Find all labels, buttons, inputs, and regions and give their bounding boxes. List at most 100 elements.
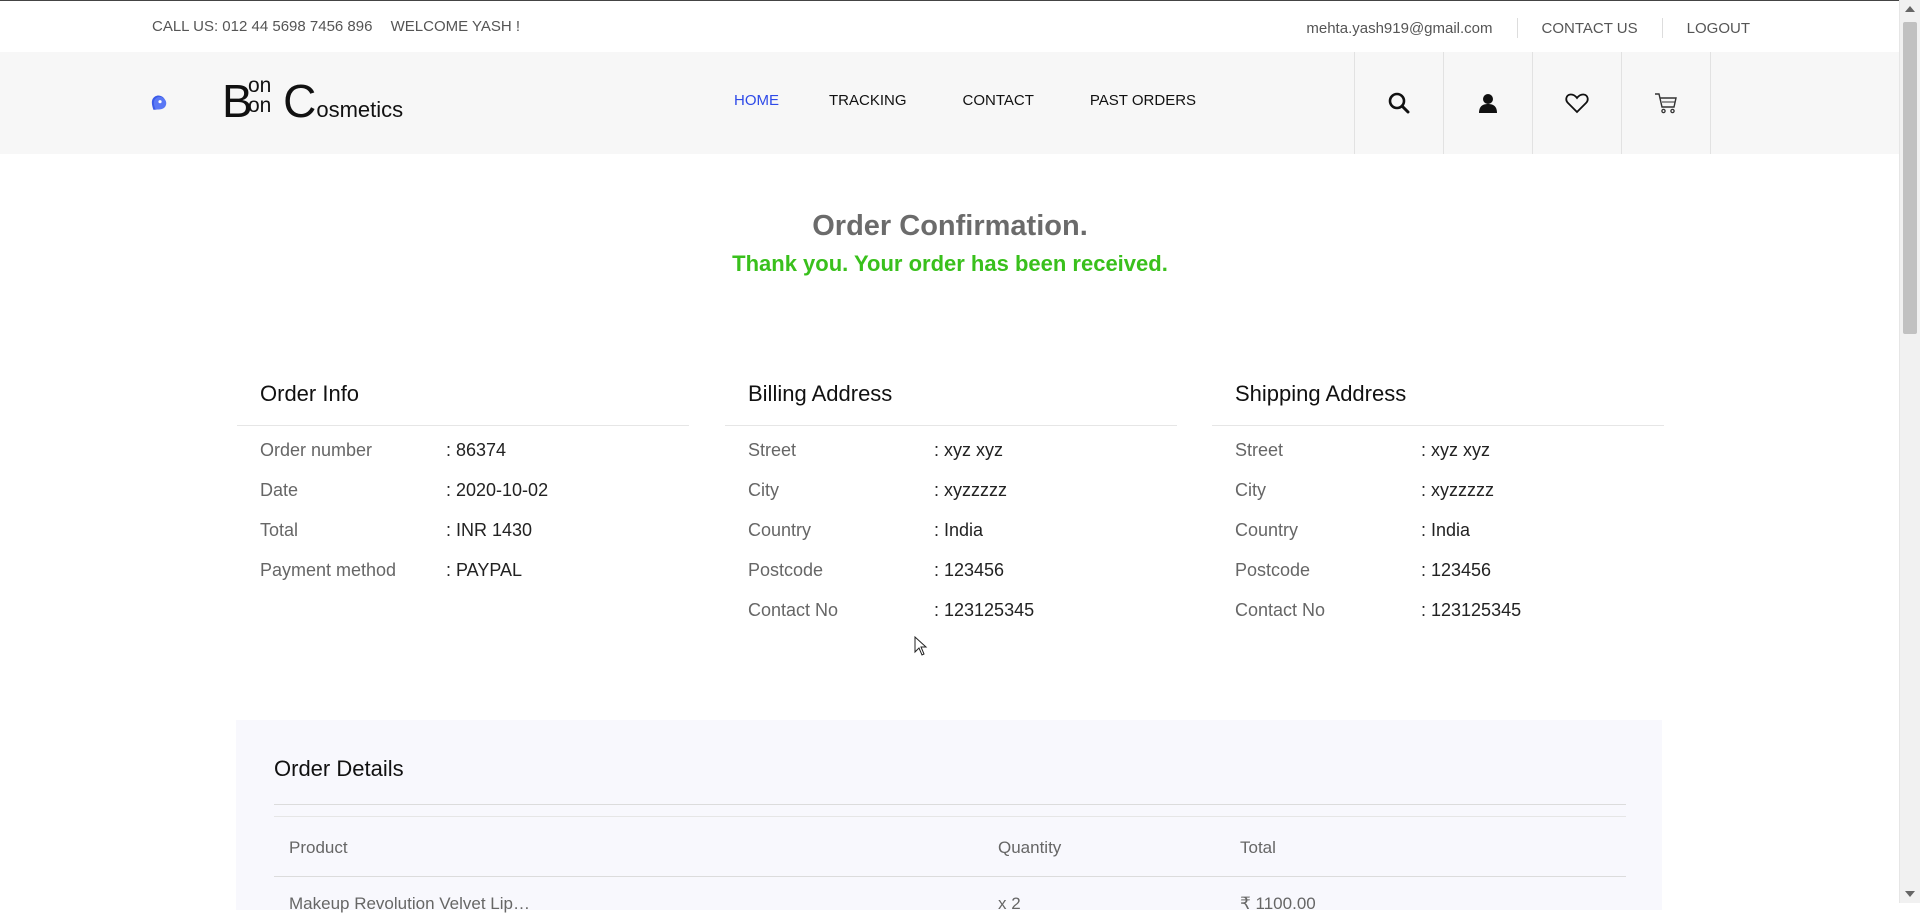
info-label: Total — [260, 520, 299, 540]
cart-button[interactable] — [1621, 52, 1711, 154]
address-row: Street : xyz xyz — [1212, 440, 1664, 480]
divider — [1661, 18, 1663, 38]
nav-home[interactable]: HOME — [734, 92, 779, 109]
address-label: Postcode — [748, 560, 824, 580]
address-label: Contact No — [1235, 600, 1326, 620]
search-icon — [1388, 92, 1410, 114]
main-header: B on on Cosmetics HOME TRACKING CONTACT … — [0, 52, 1900, 154]
user-icon — [1479, 94, 1497, 113]
order-info-panel: Order Info Order number : 86374 Date : 202… — [237, 381, 689, 600]
info-row: Payment method : PAYPAL — [237, 560, 689, 600]
billing-heading: Billing Address — [748, 381, 893, 406]
address-label: Street — [1235, 440, 1284, 460]
shipping-address-panel: Shipping Address Street : xyz xyz City : x… — [1212, 381, 1664, 640]
address-row: Contact No : 123125345 — [725, 600, 1177, 640]
info-row: Order number : 86374 — [237, 440, 689, 480]
address-row: Contact No : 123125345 — [1212, 600, 1664, 640]
address-label: Street — [748, 440, 797, 460]
cart-icon — [1655, 93, 1677, 114]
quantity-cell: x 2 — [998, 894, 1021, 913]
mouse-cursor-icon — [914, 636, 928, 656]
user-email: mehta.yash919@gmail.com — [1306, 19, 1493, 37]
info-label: Date — [260, 480, 299, 500]
divider — [274, 816, 1626, 817]
address-value: : 123125345 — [934, 600, 1035, 620]
divider — [1516, 18, 1518, 38]
total-cell: ₹ 1100.00 — [1240, 894, 1316, 913]
divider — [237, 425, 689, 426]
column-header-product: Product — [289, 838, 348, 857]
address-label: Contact No — [748, 600, 839, 620]
address-value: : 123456 — [934, 560, 1005, 580]
scroll-down-arrow-icon[interactable] — [1905, 891, 1915, 897]
column-header-total: Total — [1240, 838, 1276, 857]
divider — [274, 804, 1626, 805]
address-label: Postcode — [1235, 560, 1311, 580]
scrollbar-thumb[interactable] — [1903, 22, 1917, 334]
address-value: : 123456 — [1421, 560, 1492, 580]
header-icons — [1354, 52, 1711, 154]
address-value: : xyz xyz — [934, 440, 1004, 460]
logo-icon[interactable] — [150, 70, 216, 136]
address-value: : xyzzzzz — [934, 480, 1008, 500]
wishlist-button[interactable] — [1532, 52, 1621, 154]
address-row: Postcode : 123456 — [1212, 560, 1664, 600]
info-value: : 86374 — [446, 440, 507, 460]
nav-contact[interactable]: CONTACT — [963, 92, 1034, 109]
top-bar-left: CALL US: 012 44 5698 7456 896 WELCOME YA… — [152, 18, 534, 35]
call-us-text: CALL US: 012 44 5698 7456 896 — [152, 18, 373, 35]
divider — [274, 876, 1626, 877]
logo-letter-c: C — [283, 75, 317, 127]
info-value: : 2020-10-02 — [446, 480, 549, 500]
page-title: Order Confirmation. — [812, 210, 1088, 242]
shipping-heading: Shipping Address — [1235, 381, 1407, 406]
order-info-heading: Order Info — [260, 381, 360, 406]
contact-us-link[interactable]: CONTACT US — [1542, 20, 1638, 37]
brand-name[interactable]: B on on Cosmetics — [222, 75, 404, 127]
account-button[interactable] — [1443, 52, 1532, 154]
logo-osmetics: osmetics — [316, 97, 404, 122]
order-details-panel: Order Details Product Quantity Total Mak… — [236, 720, 1662, 913]
top-bar-right: mehta.yash919@gmail.com CONTACT US LOGOU… — [1306, 18, 1750, 38]
search-button[interactable] — [1354, 52, 1443, 154]
address-label: City — [1235, 480, 1266, 500]
logout-link[interactable]: LOGOUT — [1687, 20, 1750, 37]
address-value: : India — [1421, 520, 1471, 540]
address-row: City : xyzzzzz — [1212, 480, 1664, 520]
address-value: : India — [934, 520, 984, 540]
column-header-quantity: Quantity — [998, 838, 1062, 857]
logo-on-bottom: on — [248, 94, 272, 117]
info-row: Date : 2020-10-02 — [237, 480, 689, 520]
scroll-up-arrow-icon[interactable] — [1905, 6, 1915, 12]
address-row: Street : xyz xyz — [725, 440, 1177, 480]
product-name-cell: Makeup Revolution Velvet Lip… — [289, 894, 530, 913]
nav-tracking[interactable]: TRACKING — [829, 92, 907, 109]
address-value: : 123125345 — [1421, 600, 1522, 620]
top-bar: CALL US: 012 44 5698 7456 896 WELCOME YA… — [0, 0, 1900, 53]
address-value: : xyzzzzz — [1421, 480, 1495, 500]
divider — [1212, 425, 1664, 426]
address-value: : xyz xyz — [1421, 440, 1491, 460]
divider — [725, 425, 1177, 426]
address-label: City — [748, 480, 779, 500]
address-label: Country — [748, 520, 812, 540]
page-scrollbar[interactable] — [1899, 0, 1920, 903]
welcome-text: WELCOME YASH ! — [390, 18, 521, 35]
info-value: : PAYPAL — [446, 560, 523, 580]
info-label: Order number — [260, 440, 373, 460]
info-value: : INR 1430 — [446, 520, 533, 540]
info-label: Payment method — [260, 560, 397, 580]
billing-address-panel: Billing Address Street : xyz xyz City : xy… — [725, 381, 1177, 640]
address-row: Postcode : 123456 — [725, 560, 1177, 600]
nav-past-orders[interactable]: PAST ORDERS — [1090, 92, 1196, 109]
confirmation-section: Order Confirmation. Thank you. Your orde… — [0, 210, 1900, 277]
success-message: Thank you. Your order has been received. — [732, 251, 1168, 276]
address-row: Country : India — [725, 520, 1177, 560]
main-nav: HOME TRACKING CONTACT PAST ORDERS — [734, 92, 1246, 109]
info-row: Total : INR 1430 — [237, 520, 689, 560]
address-row: City : xyzzzzz — [725, 480, 1177, 520]
order-details-heading: Order Details — [274, 756, 404, 781]
address-label: Country — [1235, 520, 1299, 540]
address-row: Country : India — [1212, 520, 1664, 560]
heart-icon — [1565, 93, 1589, 114]
